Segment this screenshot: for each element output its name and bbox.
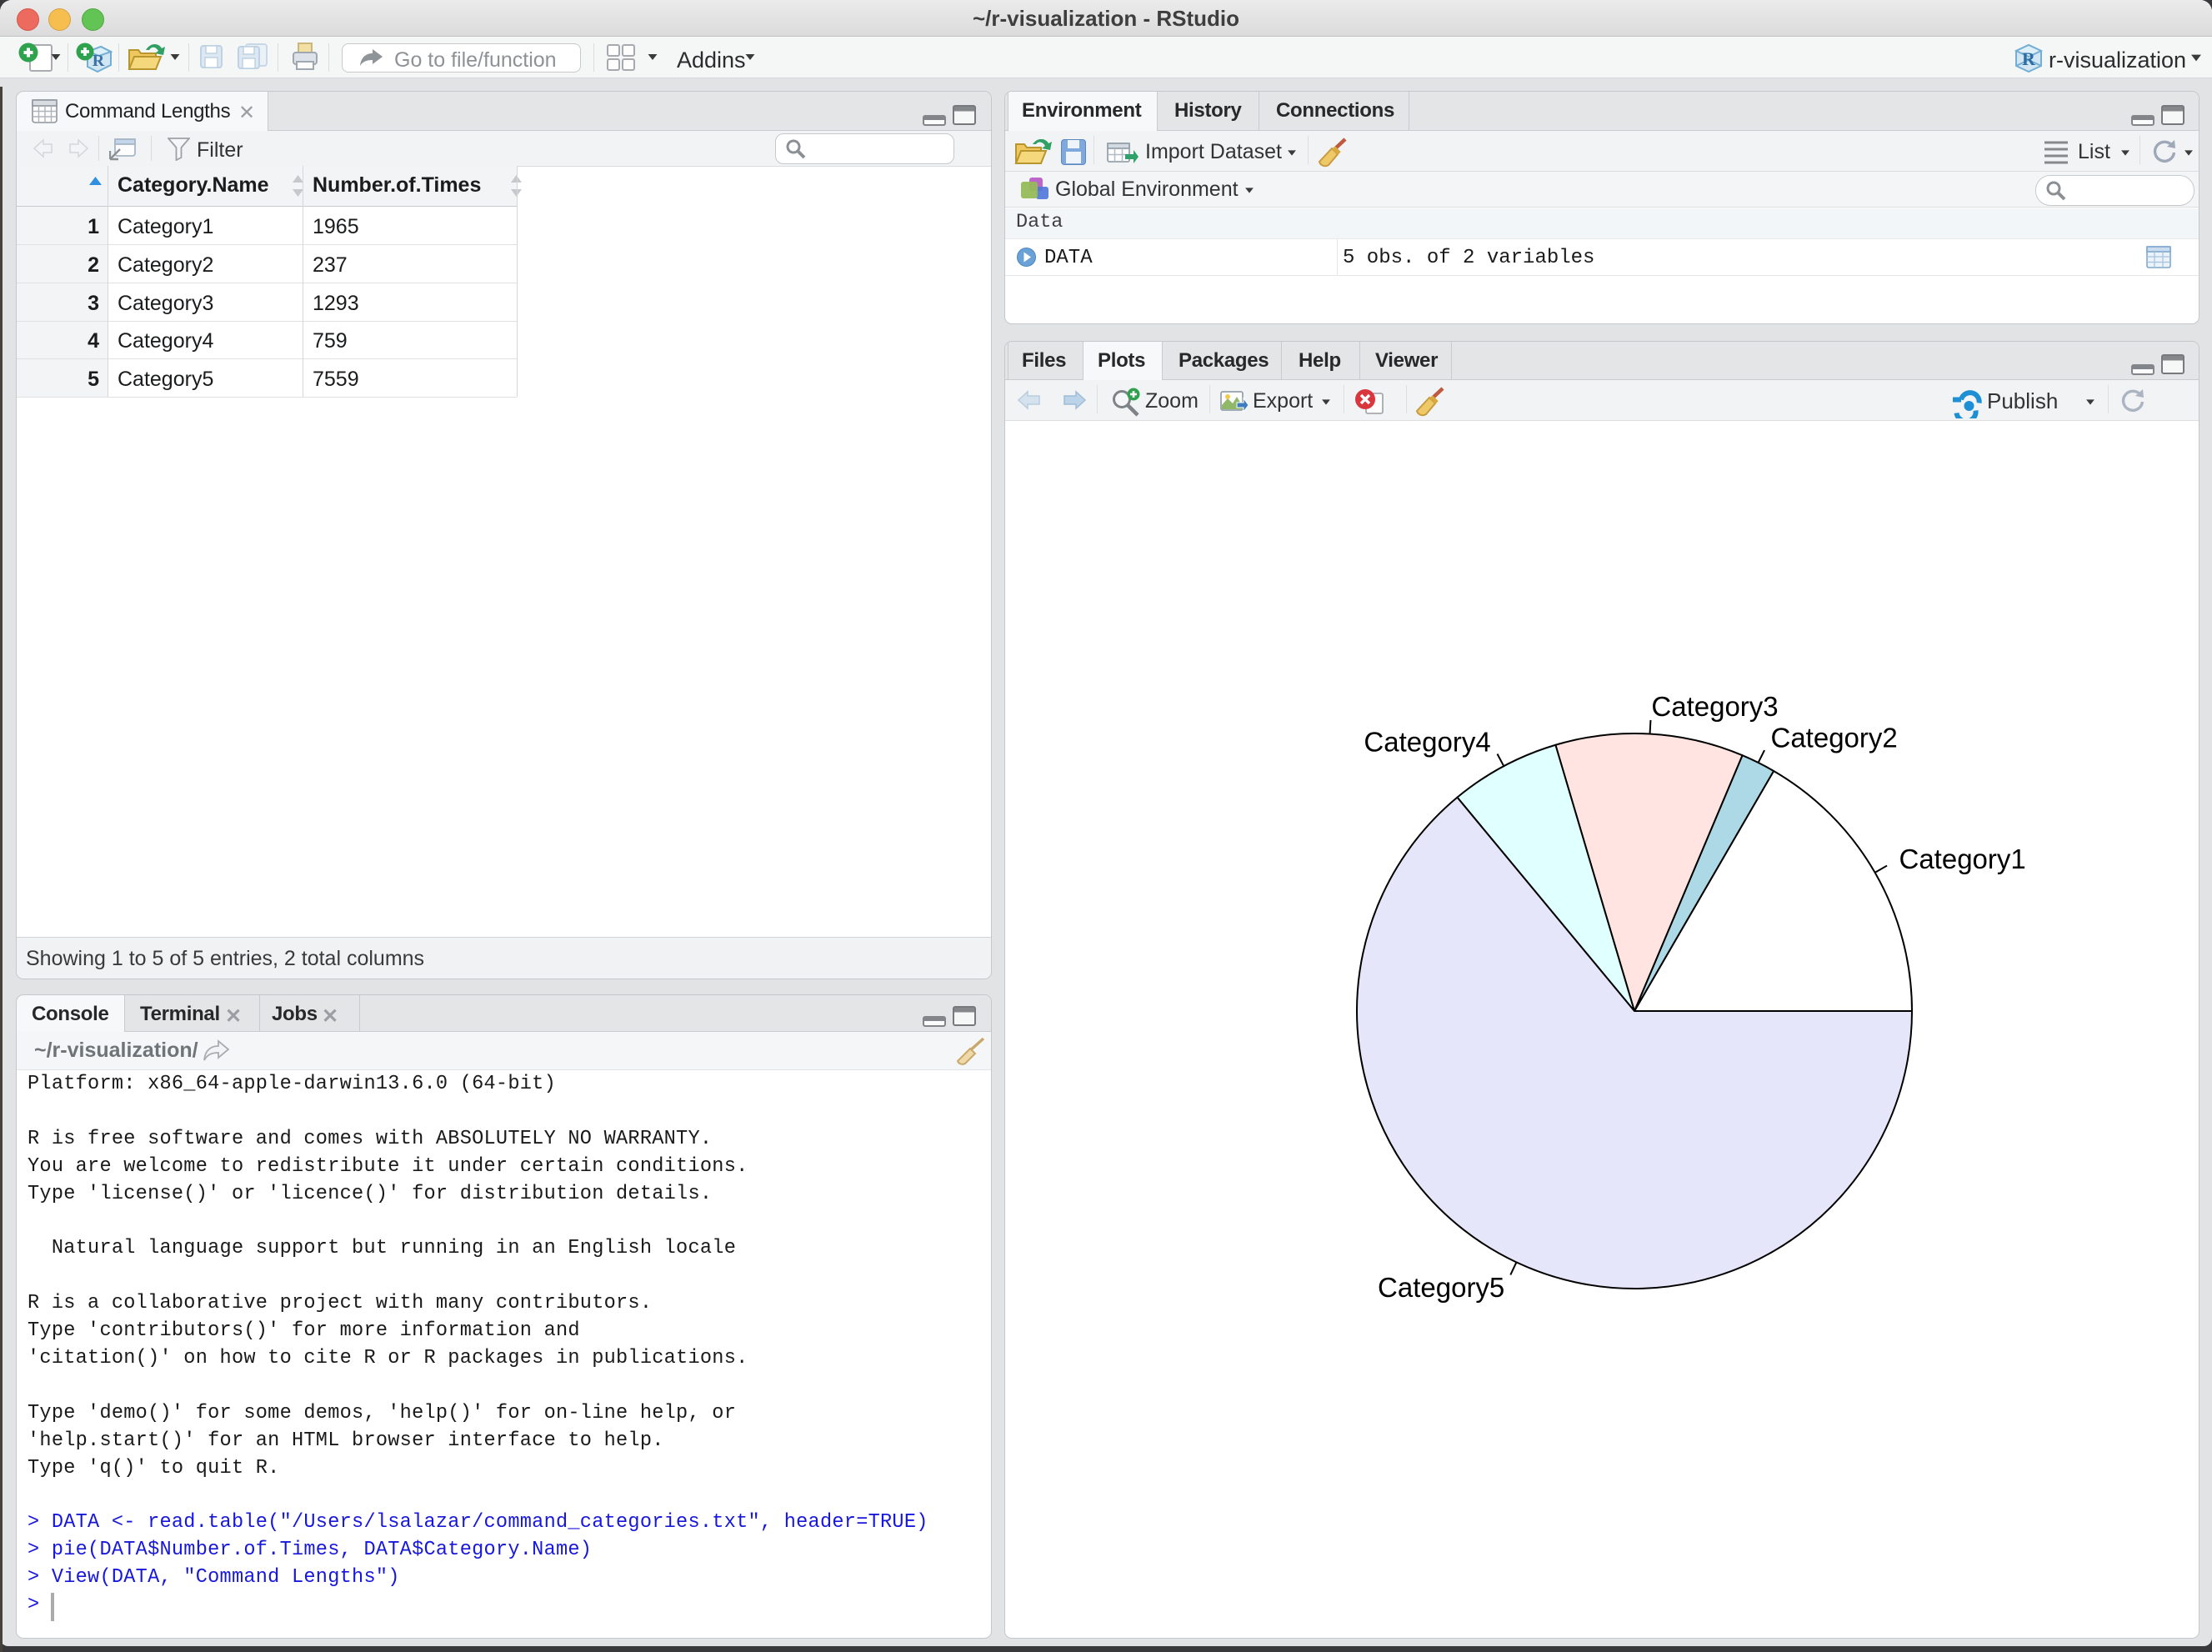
svg-text:Category5: Category5 bbox=[1378, 1272, 1504, 1303]
svg-text:R: R bbox=[93, 52, 105, 70]
svg-text:Category1: Category1 bbox=[1899, 844, 2026, 874]
svg-text:Category3: Category3 bbox=[1651, 691, 1778, 722]
svg-text:R: R bbox=[2022, 48, 2036, 69]
svg-text:Category4: Category4 bbox=[1364, 726, 1490, 757]
svg-text:Category2: Category2 bbox=[1771, 723, 1898, 753]
